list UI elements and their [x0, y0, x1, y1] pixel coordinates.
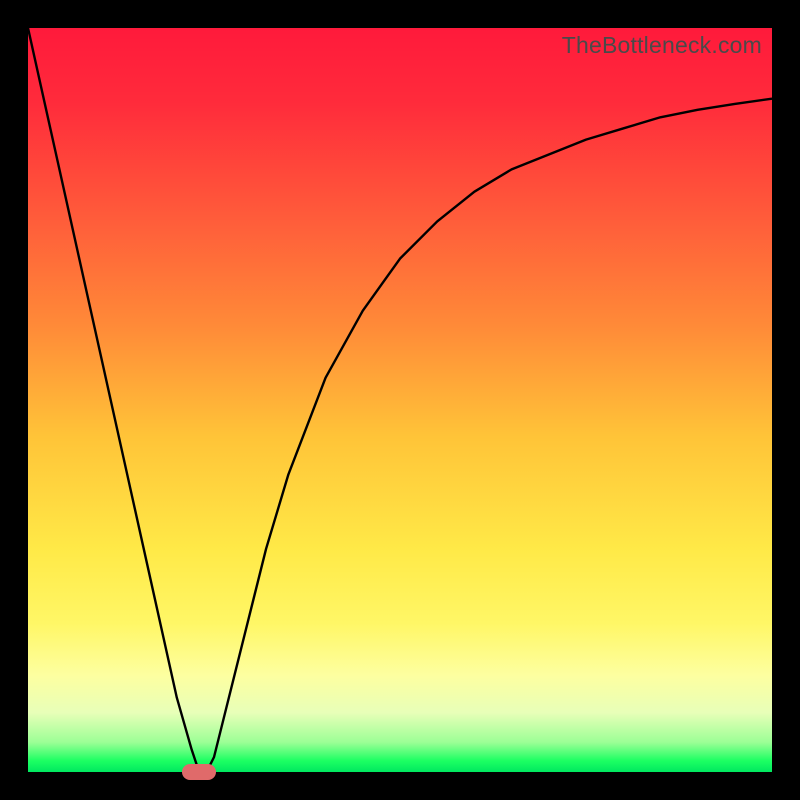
plot-area: TheBottleneck.com	[28, 28, 772, 772]
bottleneck-marker	[182, 764, 216, 780]
curve-layer	[28, 28, 772, 772]
bottleneck-curve	[28, 28, 772, 772]
chart-frame: TheBottleneck.com	[0, 0, 800, 800]
